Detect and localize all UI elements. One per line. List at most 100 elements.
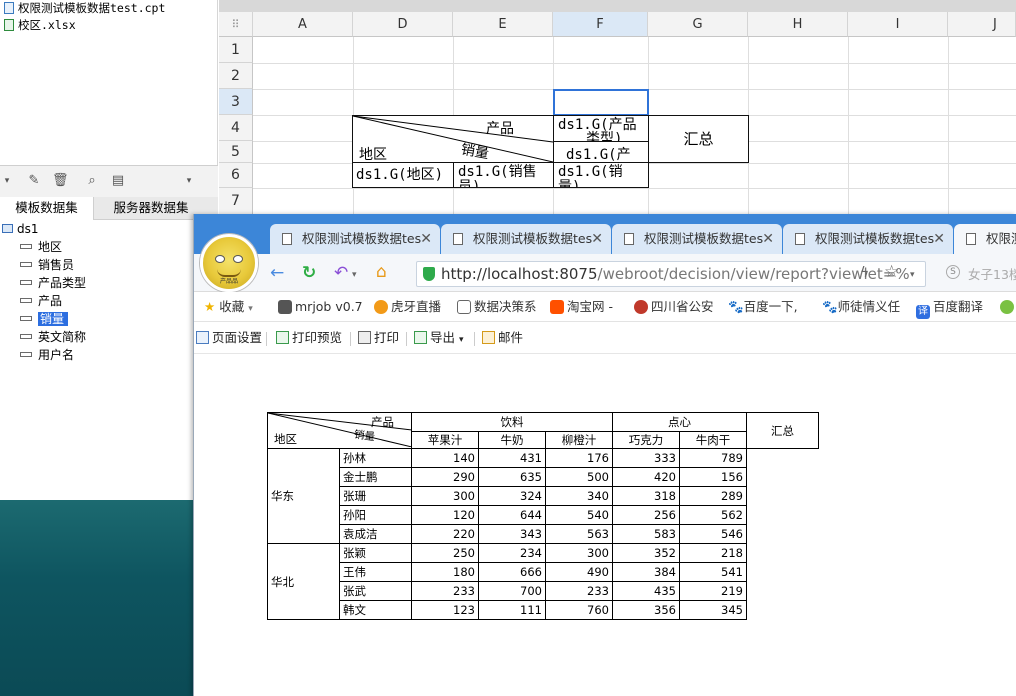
table-row: 韩文 123 111 760 356 345: [268, 600, 819, 620]
baidu-paw-icon: 🐾: [728, 299, 744, 314]
value-cell: 583: [612, 524, 680, 544]
bookmark-item[interactable]: 🐾师徒情义任: [822, 298, 900, 316]
table-row: 张珊 300 324 340 318 289: [268, 486, 819, 506]
value-cell: 300: [545, 543, 613, 563]
bookmark-item[interactable]: 🐾百度一下,: [728, 298, 798, 316]
cell-f5[interactable]: ds1.G(产: [553, 141, 649, 163]
value-cell: 345: [679, 600, 747, 620]
region-cell: 华北: [267, 543, 340, 620]
field-item[interactable]: 英文简称: [20, 329, 86, 346]
field-item[interactable]: 地区: [20, 239, 62, 256]
bookmark-item[interactable]: 虎牙直播: [374, 298, 441, 316]
dropdown-icon[interactable]: ▾: [2, 173, 12, 189]
value-cell: 500: [545, 467, 613, 487]
print-button[interactable]: 打印: [358, 330, 399, 346]
bookmark-item[interactable]: 淘宝网 -: [550, 298, 613, 316]
email-button[interactable]: 邮件: [482, 330, 523, 346]
undo-dropdown-icon[interactable]: ▾: [352, 266, 357, 284]
url-input[interactable]: http://localhost:8075/webroot/decision/v…: [416, 261, 926, 287]
flash-icon[interactable]: ϟ: [860, 264, 869, 282]
file-item[interactable]: 校区.xlsx: [4, 17, 76, 33]
value-cell: 220: [411, 524, 479, 544]
column-header[interactable]: H: [748, 12, 848, 37]
select-all-corner[interactable]: ⠿: [219, 12, 253, 37]
tab-template-datasets[interactable]: 模板数据集: [0, 197, 94, 220]
browser-tab[interactable]: 权限测试模板数据tes ✕: [270, 224, 440, 254]
browser-tab[interactable]: 权限测试模板数据tes ✕: [612, 224, 782, 254]
collapse-icon[interactable]: ▾: [184, 173, 194, 189]
field-item-selected[interactable]: 销量: [20, 311, 69, 328]
edit-icon[interactable]: ✎: [26, 173, 42, 189]
close-tab-icon[interactable]: ✕: [762, 224, 774, 254]
star-dropdown-icon[interactable]: ▾: [910, 266, 915, 284]
browser-tab[interactable]: 权限测试模板数据tes ✕: [783, 224, 953, 254]
browser-tab-active[interactable]: 权限测: [954, 224, 1016, 254]
bookmark-favorites[interactable]: ★ 收藏 ▾: [204, 298, 253, 318]
cell-e6[interactable]: ds1.G(销售 员): [453, 162, 554, 188]
close-tab-icon[interactable]: ✕: [591, 224, 603, 254]
delete-icon[interactable]: 🗑: [52, 173, 69, 189]
cell-f6[interactable]: ds1.G(销 量): [553, 162, 649, 188]
print-preview-button[interactable]: 打印预览: [276, 330, 342, 346]
row-header[interactable]: 6: [219, 163, 253, 188]
selected-cell-f3[interactable]: [553, 89, 649, 116]
value-cell: 431: [478, 448, 546, 468]
undo-icon[interactable]: ↶: [334, 264, 348, 282]
field-item[interactable]: 产品类型: [20, 275, 86, 292]
user-avatar[interactable]: 产品品: [200, 234, 258, 292]
search-hint[interactable]: 女子13楼: [968, 264, 1016, 283]
slash-header-cell[interactable]: 产品 销量 地区: [352, 115, 554, 163]
tab-server-datasets[interactable]: 服务器数据集: [104, 197, 198, 220]
cell-d6[interactable]: ds1.G(地区): [352, 162, 454, 188]
product-header: 牛肉干: [679, 431, 747, 449]
close-tab-icon[interactable]: ✕: [933, 224, 945, 254]
field-item[interactable]: 产品: [20, 293, 62, 310]
star-icon[interactable]: ☆: [884, 263, 899, 281]
browser-tab[interactable]: 权限测试模板数据tes ✕: [441, 224, 611, 254]
row-header-active[interactable]: 3: [219, 89, 253, 115]
row-header[interactable]: 7: [219, 188, 253, 215]
cell-g4-total[interactable]: 汇总: [648, 115, 749, 163]
search-engine-icon[interactable]: S: [946, 265, 960, 279]
close-tab-icon[interactable]: ✕: [420, 224, 432, 254]
column-header[interactable]: E: [453, 12, 553, 37]
back-icon[interactable]: ←: [270, 264, 284, 282]
value-cell: 760: [545, 600, 613, 620]
field-item[interactable]: 销售员: [20, 257, 74, 274]
group-header: 饮料: [411, 412, 613, 432]
value-cell: 700: [478, 581, 546, 601]
column-header[interactable]: G: [648, 12, 748, 37]
page-setup-button[interactable]: 页面设置: [196, 330, 262, 346]
bookmark-overflow[interactable]: [1000, 298, 1016, 316]
column-header[interactable]: A: [253, 12, 353, 37]
value-cell: 635: [478, 467, 546, 487]
refresh-icon[interactable]: ↻: [302, 264, 316, 282]
bookmark-item[interactable]: mrjob v0.7: [278, 298, 363, 316]
value-cell: 666: [478, 562, 546, 582]
field-item[interactable]: 用户名: [20, 347, 74, 364]
column-header-active[interactable]: F: [553, 12, 648, 37]
column-header[interactable]: J: [948, 12, 1016, 37]
column-header[interactable]: I: [848, 12, 948, 37]
dataset-root[interactable]: ds1: [2, 221, 39, 238]
export-button[interactable]: 导出 ▾: [414, 330, 464, 348]
sql-icon[interactable]: ▤: [110, 173, 126, 189]
toolbar-divider: [266, 332, 267, 346]
document-icon: [966, 233, 976, 245]
bookmark-item[interactable]: 数据决策系: [457, 298, 537, 316]
avatar-caption: 产品品: [219, 278, 238, 285]
row-header[interactable]: 1: [219, 37, 253, 63]
home-icon[interactable]: ⌂: [376, 263, 387, 281]
file-item[interactable]: 权限测试模板数据test.cpt: [4, 0, 165, 16]
row-header[interactable]: 4: [219, 115, 253, 141]
value-cell: 333: [612, 448, 680, 468]
value-cell: 289: [679, 486, 747, 506]
field-icon: [20, 298, 32, 303]
cell-f4[interactable]: ds1.G(产品 类型): [553, 115, 649, 142]
row-header[interactable]: 2: [219, 63, 253, 89]
bookmark-item[interactable]: 四川省公安: [634, 298, 714, 316]
bookmark-item[interactable]: 译百度翻译: [916, 298, 983, 319]
row-header[interactable]: 5: [219, 141, 253, 163]
preview-icon[interactable]: ⌕: [84, 173, 100, 189]
column-header[interactable]: D: [353, 12, 453, 37]
